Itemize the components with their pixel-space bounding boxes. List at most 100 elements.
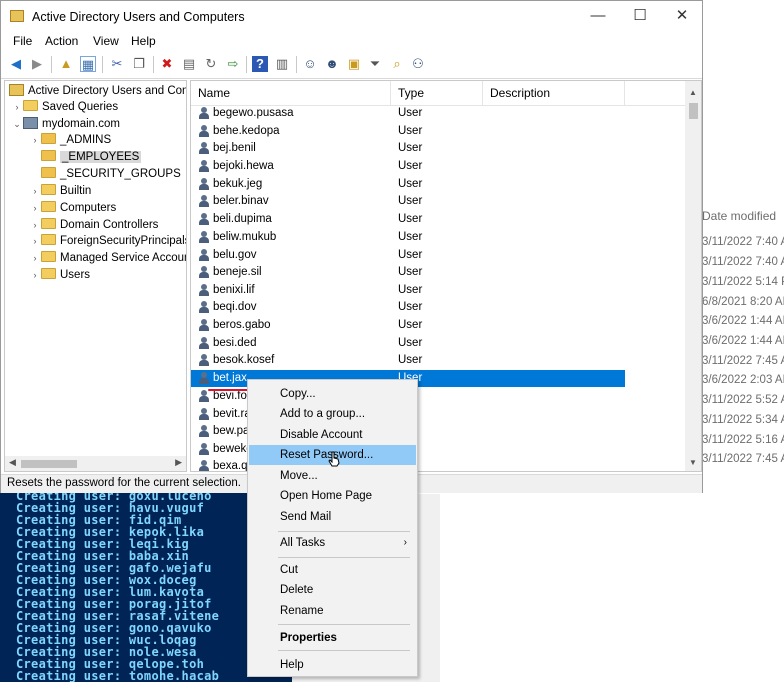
list-item[interactable]: bej.benil User bbox=[191, 140, 687, 157]
forward-icon[interactable]: ▶ bbox=[29, 56, 45, 72]
expand-icon[interactable]: › bbox=[29, 132, 41, 148]
list-vertical-scrollbar[interactable]: ▲ ▼ bbox=[685, 81, 701, 471]
date-cell: 3/11/2022 7:40 A bbox=[702, 256, 784, 268]
menu-help[interactable]: Help bbox=[131, 34, 156, 48]
delete-icon[interactable]: ✖ bbox=[159, 56, 175, 72]
list-item[interactable]: benixi.lif User bbox=[191, 282, 687, 299]
menu-item-help[interactable]: Help bbox=[249, 655, 416, 675]
cut-icon[interactable]: ✂ bbox=[109, 56, 125, 72]
list-item[interactable]: begewo.pusasa User bbox=[191, 105, 687, 122]
menu-item-all-tasks[interactable]: All Tasks › bbox=[249, 533, 416, 553]
add-to-group-icon[interactable]: ⚇ bbox=[410, 56, 426, 72]
list-item[interactable]: behe.kedopa User bbox=[191, 123, 687, 140]
expand-icon[interactable]: › bbox=[29, 233, 41, 249]
scroll-left-icon[interactable]: ◀ bbox=[9, 457, 16, 468]
tree-domain[interactable]: ⌄ mydomain.com bbox=[11, 116, 120, 132]
tree-computers[interactable]: › Computers bbox=[29, 200, 116, 216]
menu-item-cut[interactable]: Cut bbox=[249, 560, 416, 580]
tree-builtin[interactable]: › Builtin bbox=[29, 183, 91, 199]
list-item[interactable]: beros.gabo User bbox=[191, 317, 687, 334]
maximize-button[interactable]: ☐ bbox=[625, 5, 655, 27]
user-icon bbox=[198, 390, 210, 403]
console-tree-icon[interactable]: ▦ bbox=[80, 56, 96, 72]
title-bar[interactable]: Active Directory Users and Computers — ☐… bbox=[1, 1, 702, 31]
list-item[interactable]: besok.kosef User bbox=[191, 352, 687, 369]
list-item[interactable]: beler.binav User bbox=[191, 193, 687, 210]
tree-ou-security-groups[interactable]: _SECURITY_GROUPS bbox=[29, 166, 181, 182]
list-item[interactable]: beli.dupima User bbox=[191, 211, 687, 228]
tree-horizontal-scrollbar[interactable]: ◀ ▶ bbox=[5, 456, 186, 471]
expand-icon[interactable]: › bbox=[29, 183, 41, 199]
menu-item-send-mail[interactable]: Send Mail bbox=[249, 507, 416, 527]
new-user-icon[interactable]: ☺ bbox=[302, 56, 318, 72]
find-icon[interactable]: ⌕ bbox=[389, 56, 405, 72]
list-item[interactable]: beneje.sil User bbox=[191, 264, 687, 281]
list-item[interactable]: belu.gov User bbox=[191, 247, 687, 264]
column-separator[interactable] bbox=[390, 81, 391, 105]
scroll-up-icon[interactable]: ▲ bbox=[689, 88, 697, 97]
filter-icon[interactable]: ⏷ bbox=[367, 56, 383, 72]
collapse-icon[interactable]: ⌄ bbox=[11, 116, 23, 132]
tree-foreign-security-principals[interactable]: › ForeignSecurityPrincipals bbox=[29, 233, 186, 249]
user-icon bbox=[198, 178, 210, 191]
menu-item-move[interactable]: Move... bbox=[249, 466, 416, 486]
tree-saved-queries[interactable]: › Saved Queries bbox=[11, 99, 118, 115]
user-icon bbox=[198, 337, 210, 350]
new-group-icon[interactable]: ☻ bbox=[324, 56, 340, 72]
scroll-right-icon[interactable]: ▶ bbox=[175, 457, 182, 468]
expand-icon[interactable]: › bbox=[29, 200, 41, 216]
folder-icon bbox=[41, 234, 56, 245]
properties-icon[interactable]: ▤ bbox=[181, 56, 197, 72]
refresh-icon[interactable]: ↻ bbox=[203, 56, 219, 72]
scrollbar-thumb[interactable] bbox=[21, 460, 77, 468]
list-item[interactable]: bekuk.jeg User bbox=[191, 176, 687, 193]
expand-icon[interactable]: › bbox=[11, 99, 23, 115]
list-item[interactable]: bejoki.hewa User bbox=[191, 158, 687, 175]
menu-view[interactable]: View bbox=[93, 34, 119, 48]
expand-icon[interactable]: › bbox=[29, 250, 41, 266]
column-separator[interactable] bbox=[482, 81, 483, 105]
tree-root[interactable]: Active Directory Users and Com bbox=[9, 83, 186, 99]
menu-item-rename[interactable]: Rename bbox=[249, 601, 416, 621]
menu-separator bbox=[278, 650, 410, 651]
chevron-right-icon: › bbox=[403, 537, 407, 548]
menu-item-disable-account[interactable]: Disable Account bbox=[249, 425, 416, 445]
copy-icon[interactable]: ❐ bbox=[131, 56, 147, 72]
menu-item-copy[interactable]: Copy... bbox=[249, 384, 416, 404]
expand-icon[interactable]: › bbox=[29, 217, 41, 233]
column-separator[interactable] bbox=[624, 81, 625, 105]
menu-item-open-home-page[interactable]: Open Home Page bbox=[249, 486, 416, 506]
close-button[interactable]: ✕ bbox=[667, 5, 697, 27]
tree-domain-controllers[interactable]: › Domain Controllers bbox=[29, 217, 158, 233]
menu-action[interactable]: Action bbox=[45, 34, 78, 48]
column-name[interactable]: Name bbox=[198, 86, 230, 100]
up-folder-icon[interactable]: ▲ bbox=[58, 56, 74, 72]
tree-managed-service-accounts[interactable]: › Managed Service Accoun bbox=[29, 250, 186, 266]
tree-ou-admins[interactable]: › _ADMINS bbox=[29, 132, 111, 148]
column-description[interactable]: Description bbox=[490, 86, 550, 100]
show-hide-icon[interactable]: ▥ bbox=[274, 56, 290, 72]
scroll-down-icon[interactable]: ▼ bbox=[689, 458, 697, 467]
help-icon[interactable]: ? bbox=[252, 56, 268, 72]
console-tree[interactable]: Active Directory Users and Com › Saved Qu… bbox=[4, 80, 187, 472]
minimize-button[interactable]: — bbox=[583, 5, 613, 27]
tree-ou-employees[interactable]: _EMPLOYEES bbox=[29, 149, 142, 165]
menu-item-add-to-group[interactable]: Add to a group... bbox=[249, 404, 416, 424]
date-modified-header[interactable]: Date modified bbox=[702, 209, 776, 223]
tree-users[interactable]: › Users bbox=[29, 267, 90, 283]
menu-file[interactable]: File bbox=[13, 34, 32, 48]
ou-folder-icon bbox=[41, 150, 56, 161]
expand-icon[interactable]: › bbox=[29, 267, 41, 283]
back-icon[interactable]: ◀ bbox=[8, 56, 24, 72]
list-item[interactable]: beqi.dov User bbox=[191, 299, 687, 316]
new-ou-icon[interactable]: ▣ bbox=[346, 56, 362, 72]
list-item[interactable]: beliw.mukub User bbox=[191, 229, 687, 246]
list-item[interactable]: besi.ded User bbox=[191, 335, 687, 352]
export-list-icon[interactable]: ⇨ bbox=[225, 56, 241, 72]
column-type[interactable]: Type bbox=[398, 86, 424, 100]
user-icon bbox=[198, 284, 210, 297]
date-cell: 3/11/2022 5:16 AM bbox=[702, 434, 784, 446]
menu-item-properties[interactable]: Properties bbox=[249, 628, 416, 648]
menu-item-delete[interactable]: Delete bbox=[249, 580, 416, 600]
scrollbar-thumb[interactable] bbox=[689, 103, 698, 119]
